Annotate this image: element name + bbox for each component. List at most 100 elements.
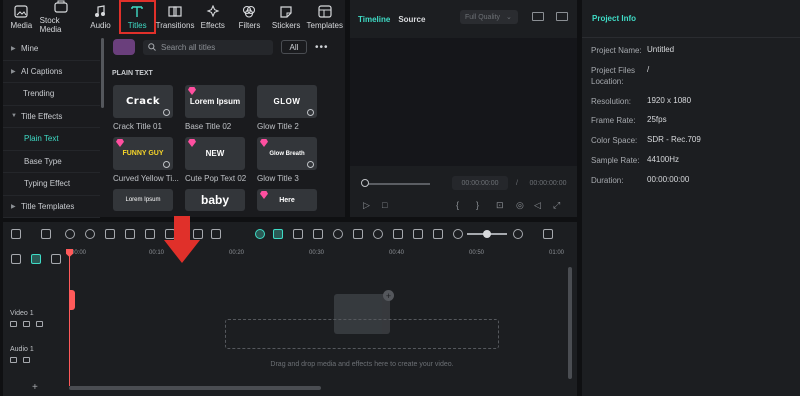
title-card[interactable]: Glow Breath Glow Title 3	[257, 137, 329, 183]
tab-stickers[interactable]: Stickers	[268, 0, 305, 34]
tab-source[interactable]: Source	[398, 15, 425, 24]
sidebar-item-ai-captions[interactable]: ▶ AI Captions	[3, 61, 100, 83]
search-input[interactable]: Search all titles	[143, 39, 273, 55]
preview-scrubber[interactable]	[364, 183, 430, 185]
snapshot-tl-icon[interactable]	[413, 229, 423, 239]
play-icon[interactable]: ▷	[363, 200, 370, 211]
timeline-vertical-scrollbar[interactable]	[568, 267, 572, 379]
microphone-icon[interactable]	[373, 229, 383, 239]
speaker-icon[interactable]	[23, 357, 30, 363]
smart-cut-icon[interactable]	[273, 229, 283, 239]
shield-icon[interactable]	[353, 229, 363, 239]
tab-media[interactable]: Media	[3, 0, 40, 34]
playhead[interactable]	[69, 249, 70, 386]
mark-in-icon[interactable]: {	[456, 200, 459, 210]
speaker-icon[interactable]	[23, 321, 30, 327]
sidebar-item-title-effects[interactable]: ▼ Title Effects	[3, 106, 100, 128]
playhead-tab[interactable]	[69, 290, 75, 310]
track-manage-icon[interactable]	[51, 254, 61, 264]
fullscreen-icon[interactable]: ⊡	[496, 200, 504, 211]
sidebar-item-plain-text[interactable]: Plain Text	[3, 128, 100, 151]
select-tool-icon[interactable]	[41, 229, 51, 239]
sidebar-item-base-type[interactable]: Base Type	[3, 151, 100, 173]
volume-icon[interactable]: ◁	[534, 200, 541, 211]
title-card[interactable]: NEW Cute Pop Text 02	[185, 137, 257, 183]
sidebar-item-title-templates[interactable]: ▶ Title Templates	[3, 196, 100, 218]
tab-transitions[interactable]: Transitions	[156, 0, 194, 34]
eye-icon[interactable]	[36, 321, 43, 327]
tab-timeline[interactable]: Timeline	[358, 15, 390, 24]
ripple-icon[interactable]	[293, 229, 303, 239]
folder-button[interactable]	[113, 39, 135, 55]
zoom-slider-handle[interactable]	[483, 230, 491, 238]
add-track-icon[interactable]: +	[32, 382, 38, 393]
quality-select[interactable]: Full Quality ⌄	[460, 10, 518, 24]
premium-gem-icon	[188, 139, 196, 147]
sidebar-scrollbar[interactable]	[101, 38, 104, 108]
layout-icon[interactable]	[11, 229, 21, 239]
sidebar-item-mine[interactable]: ▶ Mine	[3, 38, 100, 61]
scrubber-handle[interactable]	[361, 179, 369, 187]
cut-icon[interactable]	[125, 229, 135, 239]
current-timecode[interactable]: 00:00:00:00	[452, 176, 508, 190]
download-icon[interactable]	[163, 109, 170, 116]
title-card[interactable]: Lorem Ipsum	[113, 189, 185, 211]
info-key: Sample Rate:	[591, 156, 640, 165]
title-card[interactable]: baby	[185, 189, 257, 211]
grid-view-icon[interactable]	[543, 229, 553, 239]
title-card[interactable]: Lorem Ipsum Base Title 02	[185, 85, 257, 131]
folder-icon[interactable]	[10, 357, 17, 363]
thumbnail-text: Crack	[125, 96, 161, 107]
link-icon[interactable]	[11, 254, 21, 264]
stop-icon[interactable]: □	[382, 200, 387, 210]
filters-icon	[243, 5, 256, 18]
effects-clip-icon[interactable]	[313, 229, 323, 239]
filter-all-button[interactable]: All	[281, 40, 307, 54]
timeline-horizontal-scrollbar[interactable]	[69, 386, 321, 390]
magnet-icon[interactable]	[31, 254, 41, 264]
more-tools-icon[interactable]	[211, 229, 221, 239]
tab-titles[interactable]: Titles	[118, 0, 156, 34]
sidebar-item-trending[interactable]: Trending	[3, 83, 100, 106]
tab-templates[interactable]: Templates	[304, 0, 345, 34]
title-card[interactable]: FUNNY GUY Curved Yellow Ti...	[113, 137, 185, 183]
display-mode-icon[interactable]	[532, 12, 544, 21]
snapshot-icon[interactable]	[556, 12, 568, 21]
text-tool-icon[interactable]	[145, 229, 155, 239]
mark-out-icon[interactable]: }	[476, 200, 479, 210]
track-controls	[3, 357, 67, 363]
delete-icon[interactable]	[105, 229, 115, 239]
download-icon[interactable]	[307, 109, 314, 116]
zoom-in-icon[interactable]	[513, 229, 523, 239]
ruler-label: 00:50	[469, 250, 485, 256]
transitions-icon	[168, 5, 182, 17]
download-icon[interactable]	[307, 161, 314, 168]
tab-label: Filters	[238, 20, 261, 30]
folder-icon[interactable]	[10, 321, 17, 327]
download-icon[interactable]	[163, 161, 170, 168]
tab-audio[interactable]: Audio	[82, 0, 119, 34]
tab-stock-media[interactable]: Stock Media	[40, 0, 82, 34]
audio-mixer-icon[interactable]	[393, 229, 403, 239]
sidebar-item-typing-effect[interactable]: Typing Effect	[3, 173, 100, 196]
redo-icon[interactable]	[85, 229, 95, 239]
info-key: Frame Rate:	[591, 116, 636, 125]
expand-icon[interactable]: ⤢	[553, 200, 560, 211]
titles-panel: Media Stock Media Audio Titles Transitio…	[3, 0, 345, 218]
pip-icon[interactable]	[433, 229, 443, 239]
more-options-icon[interactable]: •••	[315, 42, 329, 53]
render-icon[interactable]	[333, 229, 343, 239]
title-thumbnail: baby	[185, 189, 245, 211]
timeline-ruler[interactable]: 00:00 00:10 00:20 00:30 00:40 00:50 01:0…	[69, 250, 577, 260]
sidebar-item-label: Mine	[21, 44, 39, 54]
drop-zone[interactable]	[225, 319, 499, 349]
tab-filters[interactable]: Filters	[231, 0, 268, 34]
ai-tools-icon[interactable]	[255, 229, 265, 239]
zoom-out-icon[interactable]	[453, 229, 463, 239]
undo-icon[interactable]	[65, 229, 75, 239]
title-card[interactable]: GLOW Glow Title 2	[257, 85, 329, 131]
tab-effects[interactable]: Effects	[194, 0, 231, 34]
title-card[interactable]: Here	[257, 189, 329, 211]
title-card[interactable]: Crack Crack Title 01	[113, 85, 185, 131]
snapshot-camera-icon[interactable]: ◎	[516, 200, 524, 211]
